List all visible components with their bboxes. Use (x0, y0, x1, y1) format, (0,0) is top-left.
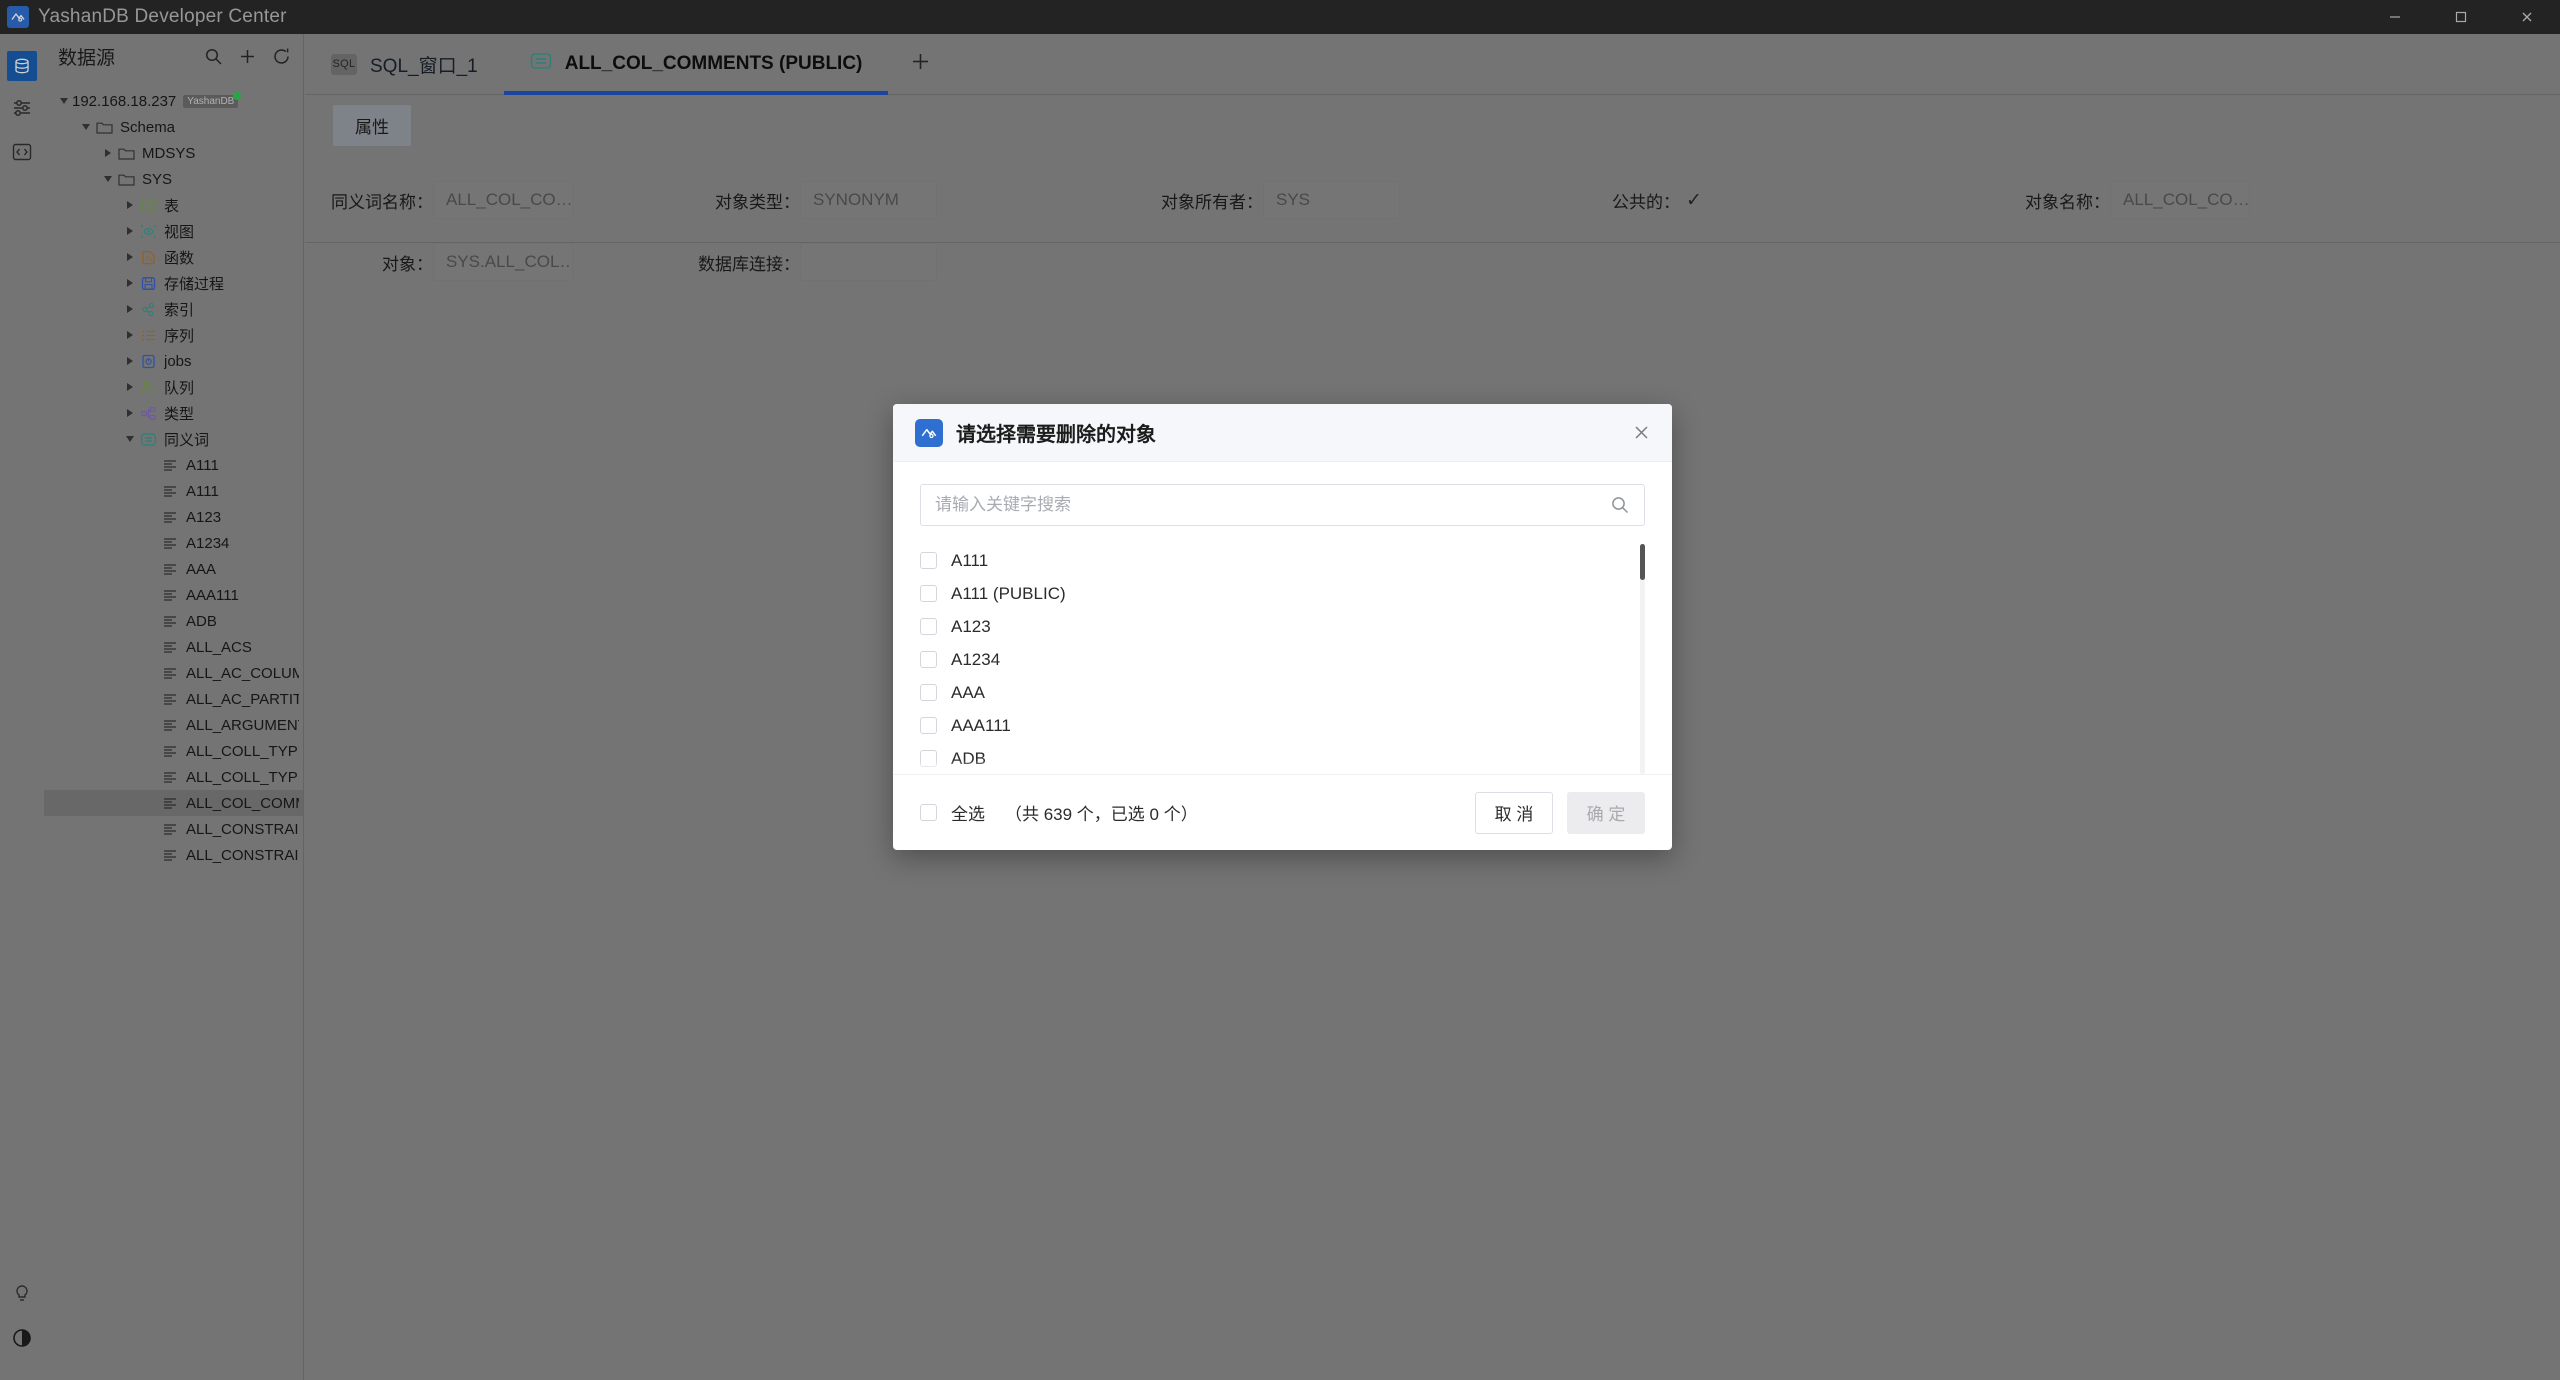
select-all-row[interactable]: 全选 （共 639 个，已选 0 个） (920, 800, 1198, 825)
yashandb-logo-icon (915, 418, 943, 447)
dialog-footer: 全选 （共 639 个，已选 0 个） 取 消 确 定 (893, 774, 1672, 850)
object-option-list[interactable]: A111 A111 (PUBLIC) A123 A1234 AAA AAA111 ADB (920, 544, 1645, 774)
search-icon[interactable] (1610, 495, 1630, 515)
list-item[interactable]: AAA (920, 676, 1631, 709)
confirm-button[interactable]: 确 定 (1567, 791, 1645, 834)
list-item[interactable]: A1234 (920, 643, 1631, 676)
dialog-header: 请选择需要删除的对象 (893, 404, 1672, 462)
dialog-body: A111A111 (PUBLIC)A123A1234AAAAAA111ADB (893, 462, 1672, 774)
option-label: A111 (PUBLIC) (951, 583, 1066, 603)
object-option-list-inner: A111 A111 (PUBLIC) A123 A1234 AAA AAA111 ADB (920, 544, 1631, 774)
option-checkbox[interactable] (920, 717, 937, 734)
list-fade (920, 760, 1631, 774)
option-checkbox[interactable] (920, 552, 937, 569)
option-label: A111 (951, 550, 989, 570)
option-checkbox[interactable] (920, 618, 937, 635)
option-checkbox[interactable] (920, 684, 937, 701)
search-field[interactable] (920, 484, 1645, 526)
list-item[interactable]: A123 (920, 610, 1631, 643)
select-all-label: 全选 (951, 805, 985, 824)
option-checkbox[interactable] (920, 585, 937, 602)
list-item[interactable]: A111 (PUBLIC) (920, 577, 1631, 610)
dialog-title: 请选择需要删除的对象 (956, 424, 1156, 446)
cancel-button[interactable]: 取 消 (1475, 791, 1553, 834)
list-scrollbar[interactable] (1640, 544, 1645, 774)
option-label: AAA (951, 682, 986, 702)
list-item[interactable]: AAA111 (920, 709, 1631, 742)
list-scrollbar-thumb[interactable] (1640, 544, 1645, 580)
search-input[interactable] (935, 495, 1610, 515)
close-icon[interactable] (1628, 420, 1654, 446)
delete-object-dialog: 请选择需要删除的对象 A111 A111 (PUBLIC) A123 A1234 AAA… (893, 404, 1672, 850)
select-all-checkbox[interactable] (920, 804, 937, 821)
list-item[interactable]: A111 (920, 544, 1631, 577)
selection-count: （共 639 个，已选 0 个） (1005, 805, 1198, 824)
option-label: A123 (951, 616, 991, 636)
option-checkbox[interactable] (920, 651, 937, 668)
option-label: A1234 (951, 649, 1001, 669)
option-label: AAA111 (951, 715, 1011, 735)
